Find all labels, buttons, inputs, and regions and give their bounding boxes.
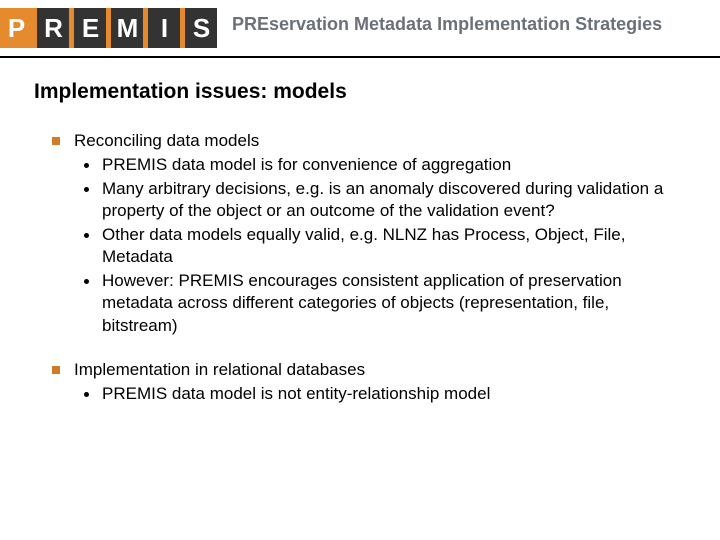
bullet-item: Implementation in relational databases P… — [52, 359, 686, 406]
sub-bullet-item: PREMIS data model is not entity-relation… — [78, 383, 686, 405]
sub-bullet-list: PREMIS data model is not entity-relation… — [74, 383, 686, 405]
tagline-rest: servation Metadata Implementation Strate… — [269, 14, 662, 34]
sub-bullet-item: However: PREMIS encourages consistent ap… — [78, 270, 686, 337]
logo-letter-i: I — [148, 8, 180, 48]
premis-tagline: PREservation Metadata Implementation Str… — [232, 14, 662, 35]
slide-title: Implementation issues: models — [34, 80, 686, 104]
logo-letter-e: E — [74, 8, 106, 48]
premis-logo: P R E M I S — [0, 8, 217, 48]
sub-bullet-list: PREMIS data model is for convenience of … — [74, 154, 686, 337]
logo-letter-s: S — [185, 8, 217, 48]
bullet-list: Reconciling data models PREMIS data mode… — [34, 130, 686, 406]
bullet-text: Implementation in relational databases — [74, 360, 365, 379]
bullet-item: Reconciling data models PREMIS data mode… — [52, 130, 686, 337]
sub-bullet-item: PREMIS data model is for convenience of … — [78, 154, 686, 176]
tagline-prefix: PRE — [232, 14, 269, 34]
logo-letter-r: R — [37, 8, 69, 48]
logo-letter-m: M — [111, 8, 143, 48]
sub-bullet-item: Other data models equally valid, e.g. NL… — [78, 224, 686, 269]
bullet-text: Reconciling data models — [74, 131, 259, 150]
sub-bullet-item: Many arbitrary decisions, e.g. is an ano… — [78, 178, 686, 223]
slide-body: Implementation issues: models Reconcilin… — [0, 58, 720, 438]
header-bar: P R E M I S PREservation Metadata Implem… — [0, 0, 720, 58]
logo-letter-p: P — [0, 8, 32, 48]
